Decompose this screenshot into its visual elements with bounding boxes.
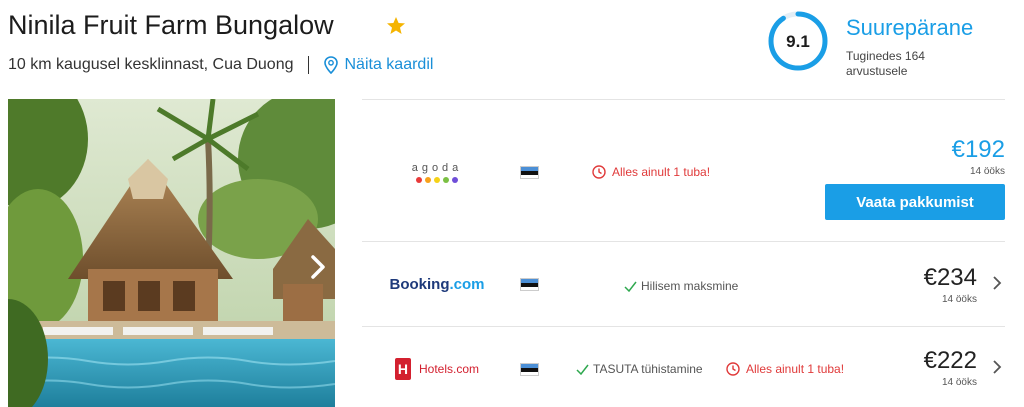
clock-icon xyxy=(726,362,740,376)
perk-pay-later: Hilisem maksmine xyxy=(624,279,738,293)
availability-warning: Alles ainult 1 tuba! xyxy=(726,362,844,376)
view-offer-button[interactable]: Vaata pakkumist xyxy=(825,184,1005,220)
perk-free-cancellation: TASUTA tühistamine xyxy=(576,362,703,376)
estonia-flag-icon xyxy=(520,363,539,376)
estonia-flag-icon xyxy=(520,278,539,291)
hotel-name: Ninila Fruit Farm Bungalow xyxy=(8,10,334,40)
estonia-flag-icon xyxy=(520,166,539,179)
agoda-logo: agoda xyxy=(382,162,492,183)
hotel-photo[interactable] xyxy=(8,99,335,407)
offer-row-agoda: agoda Alles ainult 1 tuba! €192 14 ööks xyxy=(362,99,1005,241)
offer-price: €234 xyxy=(923,264,977,291)
offers-list: agoda Alles ainult 1 tuba! €192 14 ööks xyxy=(362,99,1005,407)
chevron-right-icon[interactable] xyxy=(306,252,330,282)
offer-nights: 14 ööks xyxy=(941,377,977,388)
check-icon xyxy=(624,281,637,292)
hotel-subline: 10 km kaugusel kesklinnast, Cua Duong Nä… xyxy=(8,56,433,74)
offer-nights: 14 ööks xyxy=(969,166,1005,177)
offer-row-hotels[interactable]: H Hotels.com TASUTA tühistamine Alles ain… xyxy=(362,326,1005,407)
offer-row-booking[interactable]: Booking.com Hilisem maksmine €234 14 öök… xyxy=(362,241,1005,326)
star-icon xyxy=(387,17,405,34)
hotels-logo: H Hotels.com xyxy=(382,358,492,380)
hotels-h-icon: H xyxy=(394,358,411,380)
offer-price: €222 xyxy=(923,347,977,374)
show-on-map-label: Näita kaardil xyxy=(344,56,434,73)
chevron-right-icon[interactable] xyxy=(992,359,1002,375)
map-pin-icon xyxy=(323,56,338,74)
rating-score: 9.1 xyxy=(786,32,810,51)
booking-logo: Booking.com xyxy=(389,276,485,293)
offer-price: €192 xyxy=(951,136,1005,163)
show-on-map-link[interactable]: Näita kaardil xyxy=(323,56,434,74)
divider xyxy=(307,56,309,74)
offer-nights: 14 ööks xyxy=(941,294,977,305)
check-icon xyxy=(576,364,589,375)
clock-icon xyxy=(592,165,606,179)
rating-label: Suurepärane xyxy=(846,15,974,40)
rating-score-circle: 9.1 xyxy=(768,11,828,71)
availability-warning: Alles ainult 1 tuba! xyxy=(592,165,710,179)
hotel-location: 10 km kaugusel kesklinnast, Cua Duong xyxy=(8,56,294,73)
rating-reviews: Tuginedes 164 arvustusele xyxy=(846,49,925,78)
chevron-right-icon[interactable] xyxy=(992,275,1002,291)
